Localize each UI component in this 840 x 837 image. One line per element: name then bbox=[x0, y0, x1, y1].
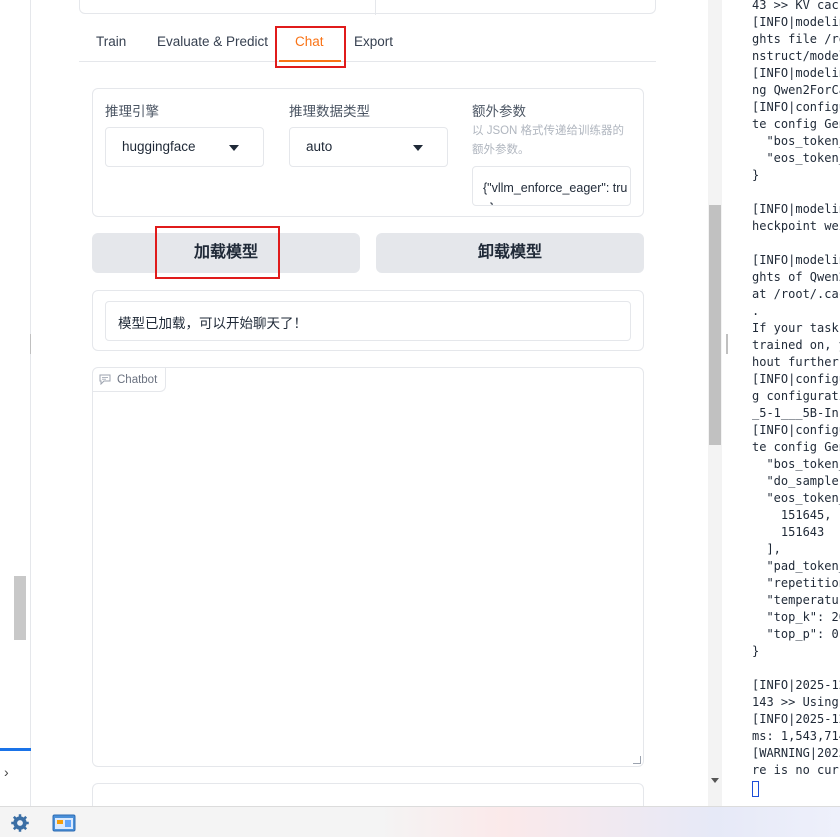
tab-export[interactable]: Export bbox=[354, 34, 393, 49]
terminal-line: "top_k": 20 bbox=[752, 610, 840, 624]
left-panel-active-indicator bbox=[0, 748, 31, 751]
terminal-line: "temperatur bbox=[752, 593, 840, 607]
terminal-line: ng Qwen2ForCa bbox=[752, 83, 840, 97]
scroll-down-arrow-icon[interactable] bbox=[711, 778, 719, 783]
terminal-line: [WARNING|2025 bbox=[752, 746, 840, 760]
terminal-line: heckpoint wei bbox=[752, 219, 840, 233]
terminal-line: [INFO|configu bbox=[752, 372, 840, 386]
status-textbox[interactable]: 模型已加载，可以开始聊天了！ bbox=[105, 301, 631, 341]
terminal-line: "bos_token_ bbox=[752, 457, 840, 471]
extra-args-value: {"vllm_enforce_eager": true} bbox=[483, 181, 628, 205]
dtype-label: 推理数据类型 bbox=[289, 104, 370, 119]
terminal-line: "eos_token_ bbox=[752, 491, 840, 505]
terminal-line: te config Gen bbox=[752, 440, 840, 454]
chat-bubble-icon bbox=[99, 374, 111, 385]
taskbar bbox=[0, 806, 840, 837]
terminal-line: re is no curr bbox=[752, 763, 840, 777]
terminal-line: [INFO|modelin bbox=[752, 15, 840, 29]
left-panel-scrollbar-thumb[interactable] bbox=[14, 576, 26, 640]
previous-section-box bbox=[79, 0, 656, 15]
unload-model-button[interactable]: 卸载模型 bbox=[376, 233, 644, 273]
terminal-line: If your task bbox=[752, 321, 839, 335]
terminal-line: "pad_token_ bbox=[752, 559, 840, 573]
chevron-right-icon[interactable]: › bbox=[4, 764, 9, 780]
terminal-line: [INFO|modelin bbox=[752, 202, 840, 216]
terminal-line: 151645, bbox=[752, 508, 832, 522]
terminal-line: [INFO|2025-12 bbox=[752, 712, 840, 726]
highlight-frame-load-button bbox=[155, 226, 280, 279]
terminal-line: g configurati bbox=[752, 389, 840, 403]
scrollbar-thumb[interactable] bbox=[709, 205, 721, 445]
terminal-line: "eos_token_ bbox=[752, 151, 840, 165]
terminal-line: } bbox=[752, 168, 760, 182]
terminal-line: 143 >> Using bbox=[752, 695, 839, 709]
terminal-line: "do_sample" bbox=[752, 474, 840, 488]
chatbot-badge: Chatbot bbox=[93, 368, 167, 392]
dropdown-caret-icon bbox=[413, 145, 423, 151]
terminal-cursor bbox=[752, 781, 759, 797]
engine-dropdown[interactable]: huggingface bbox=[105, 127, 264, 167]
engine-label: 推理引擎 bbox=[105, 104, 159, 119]
engine-value: huggingface bbox=[122, 139, 196, 154]
terminal-line: trained on, y bbox=[752, 338, 840, 352]
section-divider bbox=[375, 0, 376, 15]
right-splitter-grip[interactable] bbox=[726, 334, 728, 354]
terminal-line: nstruct/model bbox=[752, 49, 840, 63]
tab-train[interactable]: Train bbox=[96, 34, 126, 49]
terminal-output[interactable]: 43 >> KV cac [INFO|modelin ghts file /ro ns… bbox=[732, 0, 840, 806]
tab-evaluate-predict[interactable]: Evaluate & Predict bbox=[157, 34, 268, 49]
main-panel-scrollbar[interactable] bbox=[708, 0, 722, 806]
inference-settings-group: 推理引擎 推理数据类型 额外参数 以 JSON 格式传递给训练器的额外参数。 h… bbox=[92, 88, 644, 217]
extra-args-label: 额外参数 bbox=[472, 104, 526, 119]
terminal-line: ], bbox=[752, 542, 781, 556]
gear-icon[interactable] bbox=[8, 813, 32, 833]
status-text: 模型已加载，可以开始聊天了！ bbox=[118, 316, 307, 331]
terminal-line: [INFO|modelin bbox=[752, 253, 840, 267]
terminal-line: . bbox=[752, 304, 760, 318]
resize-handle-icon[interactable] bbox=[633, 756, 641, 764]
terminal-line: 151643 bbox=[752, 525, 825, 539]
terminal-line: [INFO|modelin bbox=[752, 66, 840, 80]
dtype-dropdown[interactable]: auto bbox=[289, 127, 448, 167]
extra-args-textarea[interactable]: {"vllm_enforce_eager": true} bbox=[472, 166, 631, 206]
terminal-line: [INFO|configu bbox=[752, 100, 840, 114]
terminal-line: hout further bbox=[752, 355, 839, 369]
terminal-line: [INFO|2025-12 bbox=[752, 678, 840, 692]
terminal-line: [INFO|configu bbox=[752, 423, 840, 437]
terminal-line: "top_p": 0. bbox=[752, 627, 840, 641]
terminal-line: } bbox=[752, 644, 760, 658]
chatbot-panel[interactable]: Chatbot bbox=[92, 367, 644, 767]
terminal-line: te config Gen bbox=[752, 117, 840, 131]
app-window-icon[interactable] bbox=[52, 813, 76, 833]
terminal-line: ghts file /ro bbox=[752, 32, 840, 46]
next-section-box bbox=[92, 783, 644, 806]
terminal-line: _5-1___5B-Ins bbox=[752, 406, 840, 420]
terminal-line: ms: 1,543,714 bbox=[752, 729, 840, 743]
terminal-line: 43 >> KV cac bbox=[752, 0, 839, 12]
terminal-line: at /root/.cac bbox=[752, 287, 840, 301]
left-side-panel: › bbox=[0, 0, 31, 806]
webui-main-panel: Train Evaluate & Predict Chat Export 推理引… bbox=[31, 0, 708, 806]
highlight-frame-chat-tab bbox=[275, 26, 346, 68]
tab-bar: Train Evaluate & Predict Chat Export bbox=[79, 26, 656, 62]
dropdown-caret-icon bbox=[229, 145, 239, 151]
chatbot-label: Chatbot bbox=[117, 373, 158, 386]
status-group: 模型已加载，可以开始聊天了！ bbox=[92, 290, 644, 351]
terminal-line: ghts of Qwen2 bbox=[752, 270, 840, 284]
extra-args-hint: 以 JSON 格式传递给训练器的额外参数。 bbox=[472, 125, 625, 156]
terminal-line: "repetition bbox=[752, 576, 840, 590]
terminal-line: "bos_token_ bbox=[752, 134, 840, 148]
dtype-value: auto bbox=[306, 139, 333, 154]
